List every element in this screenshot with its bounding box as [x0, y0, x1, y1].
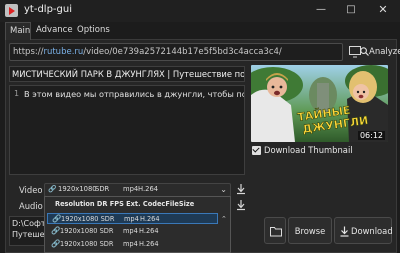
download-label: Download — [351, 226, 393, 236]
download-icon — [340, 226, 349, 237]
output-path-line1: D:\Софт\ — [12, 219, 49, 228]
chevron-up-icon[interactable]: ⌃ — [221, 215, 227, 223]
description-box[interactable]: 1 В этом видео мы отправились в джунгли,… — [9, 85, 245, 175]
link-icon: 🔗 — [52, 214, 62, 223]
download-thumbnail-checkbox[interactable] — [252, 146, 261, 155]
tab-advance[interactable]: Advance — [32, 22, 73, 40]
minimize-icon[interactable]: — — [306, 0, 336, 22]
tab-main[interactable]: Main — [5, 22, 31, 40]
row-codec: H.264 — [140, 215, 160, 223]
link-icon: 🔗 — [48, 185, 57, 193]
video-ext: mp4 — [123, 185, 139, 193]
format-dropdown-list[interactable]: Resolution DR FPS Ext. CodecFileSize 🔗 1… — [44, 196, 231, 253]
line-number: 1 — [14, 89, 20, 98]
audio-label: Audio — [19, 201, 43, 211]
open-folder-button[interactable] — [264, 217, 286, 244]
analyze-button[interactable]: Analyze — [360, 43, 400, 61]
row-ext: mp4 — [123, 227, 138, 235]
link-icon: 🔗 — [51, 226, 61, 235]
row-ext: mp4 — [124, 215, 139, 223]
row-ext: mp4 — [123, 240, 138, 248]
url-host: rutube.ru — [43, 47, 84, 57]
download-button[interactable]: Download — [334, 217, 393, 244]
header-fps: FPS — [109, 200, 124, 208]
format-row[interactable]: 🔗 1920x1080 SDR mp4 H.264 — [47, 213, 218, 224]
maximize-icon[interactable]: □ — [336, 0, 366, 22]
link-icon: 🔗 — [51, 239, 61, 248]
analyze-label: Analyze — [369, 47, 400, 57]
url-input[interactable]: https://rutube.ru/video/0e739a2572144b17… — [9, 43, 343, 61]
header-ext: Ext. — [126, 200, 141, 208]
header-codec: Codec — [142, 200, 166, 208]
format-row[interactable]: 🔗 1920x1080 SDR mp4 H.264 — [47, 226, 218, 237]
tab-options[interactable]: Options — [73, 22, 111, 40]
video-codec: H.264 — [138, 185, 159, 193]
format-list-header: Resolution DR FPS Ext. CodecFileSize — [55, 200, 194, 208]
download-thumbnail-label: Download Thumbnail — [264, 145, 353, 155]
video-download-icon[interactable] — [236, 183, 248, 197]
url-scheme: https:// — [13, 47, 44, 57]
url-path: /video/0e739a2572144b17e5f5bd3c4acca3c4/ — [83, 47, 282, 57]
output-path-field[interactable]: D:\Софт\ Путешес — [9, 216, 49, 246]
video-thumbnail: ТАЙНЫЕ ДЖУНГЛИ 06:12 — [251, 65, 388, 142]
row-resolution: 1920x1080 SDR — [60, 240, 114, 248]
video-format-select[interactable]: 🔗 1920x1080 SDR mp4 H.264 ⌄ — [44, 183, 231, 197]
close-icon[interactable]: ✕ — [368, 0, 398, 22]
folder-icon — [270, 227, 282, 237]
browse-button[interactable]: Browse — [288, 217, 332, 244]
header-dr: DR — [96, 200, 108, 208]
header-resolution: Resolution — [55, 200, 95, 208]
thumbnail-duration: 06:12 — [357, 131, 385, 140]
video-label: Video — [19, 185, 43, 195]
header-filesize: FileSize — [165, 200, 195, 208]
dropdown-scrollbar[interactable]: ⌃ — [221, 215, 229, 252]
window-title: yt-dlp-gui — [24, 4, 72, 15]
format-row[interactable]: 🔗 1920x1080 SDR mp4 H.264 — [47, 239, 218, 250]
video-title-field[interactable]: МИСТИЧЕСКИЙ ПАРК В ДЖУНГЛЯХ | Путешестви… — [9, 66, 245, 82]
search-icon — [360, 47, 369, 56]
video-resolution: 1920x1080 — [58, 185, 97, 193]
description-text: В этом видео мы отправились в джунгли, ч… — [24, 89, 244, 99]
chevron-down-icon: ⌄ — [220, 185, 227, 194]
video-range: SDR — [95, 185, 110, 193]
row-resolution: 1920x1080 SDR — [60, 227, 114, 235]
title-bar: yt-dlp-gui — □ ✕ — [0, 0, 400, 22]
row-codec: H.264 — [139, 240, 159, 248]
row-resolution: 1920x1080 SDR — [61, 215, 115, 223]
row-codec: H.264 — [139, 227, 159, 235]
audio-download-icon[interactable] — [236, 199, 248, 213]
app-logo-icon — [5, 4, 18, 17]
